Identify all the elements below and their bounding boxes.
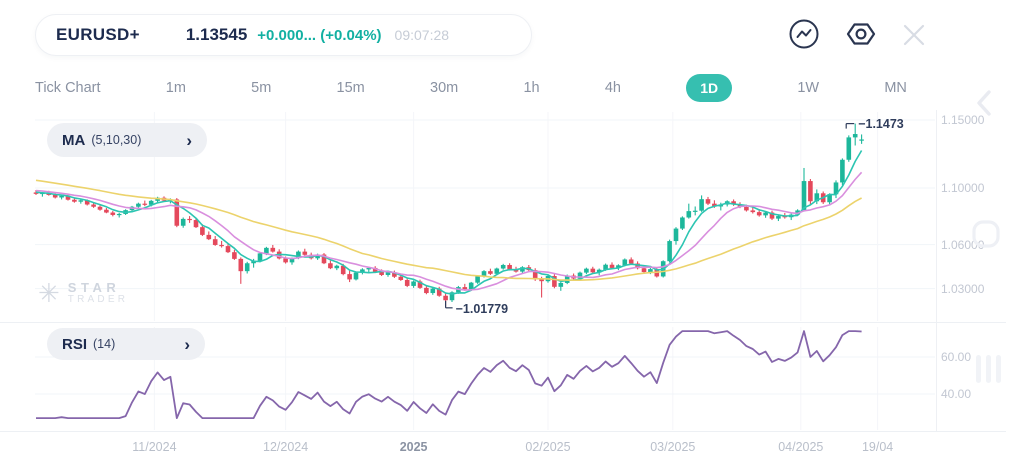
ma-label: MA bbox=[62, 132, 85, 149]
timeframe-1h[interactable]: 1h bbox=[523, 80, 539, 96]
close-icon[interactable] bbox=[902, 23, 926, 47]
symbol-name: EURUSD+ bbox=[56, 25, 140, 45]
rsi-indicator-button[interactable]: RSI (14) › bbox=[47, 328, 205, 360]
svg-text:−1.01779: −1.01779 bbox=[456, 302, 509, 316]
axis-tick-label: 2025 bbox=[400, 440, 428, 454]
price-change: +0.000... (+0.04%) bbox=[257, 27, 381, 44]
axis-tick-label: 1.10000 bbox=[941, 181, 984, 195]
axis-tick-label: 1.03000 bbox=[941, 282, 984, 296]
timeframe-1d[interactable]: 1D bbox=[686, 74, 732, 102]
price-axis-line bbox=[936, 110, 937, 431]
axis-tick-label: 60.00 bbox=[941, 350, 971, 364]
chevron-right-icon: › bbox=[184, 336, 190, 353]
quote-time: 09:07:28 bbox=[395, 27, 450, 43]
timeframe-15m[interactable]: 15m bbox=[337, 80, 365, 96]
trading-chart-screen: EURUSD+ 1.13545 +0.000... (+0.04%) 09:07… bbox=[0, 0, 1024, 473]
axis-tick-label: 12/2024 bbox=[263, 440, 308, 454]
axis-tick-label: 04/2025 bbox=[778, 440, 823, 454]
ma-params: (5,10,30) bbox=[91, 133, 141, 147]
vertical-bars-icon[interactable] bbox=[973, 352, 1005, 386]
axis-tick-label: 11/2024 bbox=[132, 440, 176, 454]
timeframe-4h[interactable]: 4h bbox=[605, 80, 621, 96]
svg-text:−1.1473: −1.1473 bbox=[858, 117, 904, 131]
timeframe-tick-chart[interactable]: Tick Chart bbox=[35, 80, 101, 96]
chevron-right-icon: › bbox=[186, 132, 192, 149]
timeframe-bar: Tick Chart 1m 5m 15m 30m 1h 4h 1D 1W MN bbox=[35, 72, 907, 104]
ma-indicator-button[interactable]: MA (5,10,30) › bbox=[47, 123, 207, 157]
axis-tick-label: 19/04 bbox=[862, 440, 893, 454]
current-price: 1.13545 bbox=[186, 25, 247, 45]
chevron-left-icon[interactable] bbox=[972, 88, 998, 118]
rounded-square-icon[interactable] bbox=[969, 217, 1003, 251]
axis-tick-label: 02/2025 bbox=[525, 440, 570, 454]
settings-gear-icon[interactable] bbox=[845, 18, 877, 50]
axis-tick-label: 40.00 bbox=[941, 387, 971, 401]
chart-type-icon[interactable] bbox=[788, 18, 820, 50]
quote-header-pill[interactable]: EURUSD+ 1.13545 +0.000... (+0.04%) 09:07… bbox=[35, 14, 532, 56]
timeframe-30m[interactable]: 30m bbox=[430, 80, 458, 96]
axis-tick-label: 03/2025 bbox=[650, 440, 695, 454]
timeframe-1m[interactable]: 1m bbox=[166, 80, 186, 96]
axis-divider bbox=[0, 431, 1006, 432]
rsi-label: RSI bbox=[62, 336, 87, 353]
timeframe-1w[interactable]: 1W bbox=[797, 80, 819, 96]
pane-divider bbox=[0, 322, 1006, 323]
rsi-params: (14) bbox=[93, 337, 115, 351]
timeframe-5m[interactable]: 5m bbox=[251, 80, 271, 96]
timeframe-mn[interactable]: MN bbox=[884, 80, 907, 96]
